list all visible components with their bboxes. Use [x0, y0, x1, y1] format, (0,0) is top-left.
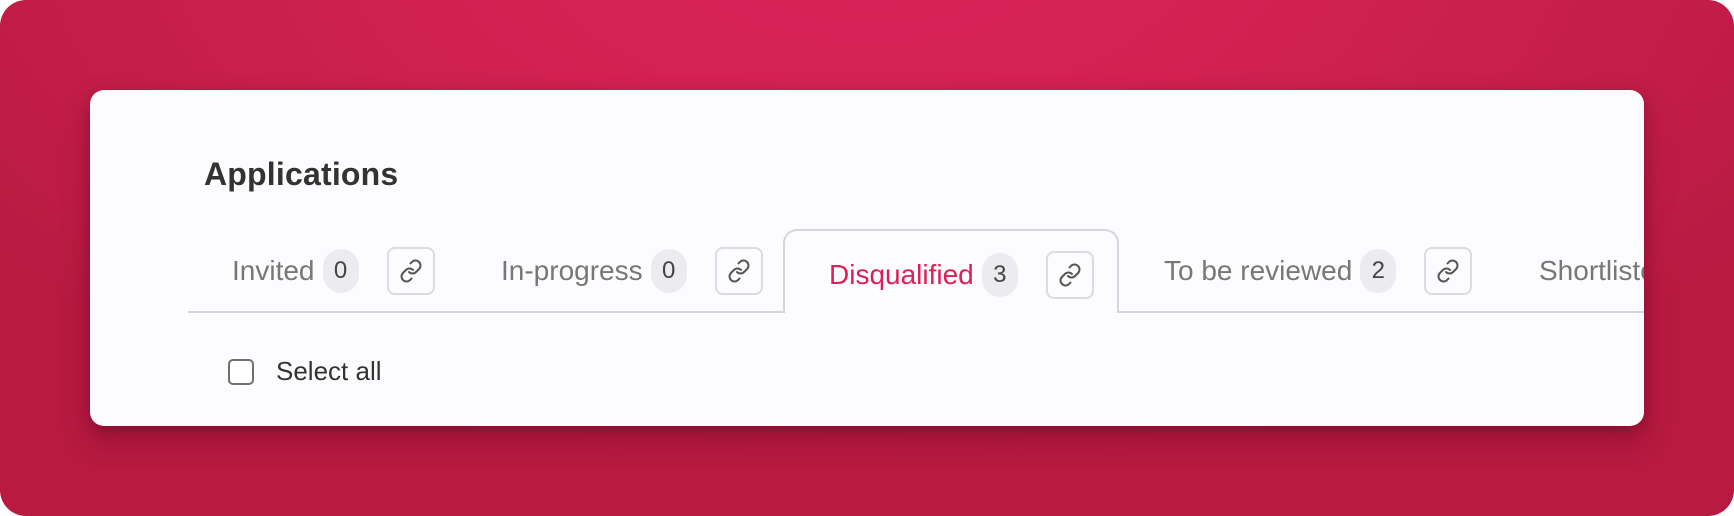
link-icon: [400, 259, 421, 283]
page-title: Applications: [204, 156, 399, 192]
tab-invited[interactable]: Invited 0: [232, 229, 435, 313]
copy-link-button[interactable]: [1045, 251, 1094, 299]
tab-label: Shortlisted: [1539, 255, 1644, 286]
select-all-checkbox[interactable]: [228, 358, 254, 385]
tab-label: To be reviewed: [1164, 255, 1353, 286]
tab-to-be-reviewed[interactable]: To be reviewed 2: [1164, 229, 1473, 313]
copy-link-button[interactable]: [1424, 247, 1473, 295]
tab-label: In-progress: [501, 255, 643, 286]
count-badge: 0: [650, 249, 687, 293]
applications-card: Applications Invited 0 In-progress 0 Dis…: [90, 90, 1644, 426]
tab-in-progress[interactable]: In-progress 0: [501, 229, 763, 313]
count-badge: 0: [322, 249, 359, 293]
copy-link-button[interactable]: [714, 247, 763, 295]
tab-label: Disqualified: [829, 259, 974, 290]
page-backdrop: Applications Invited 0 In-progress 0 Dis…: [0, 0, 1734, 516]
tab-shortlisted[interactable]: Shortlisted: [1539, 229, 1644, 313]
link-icon: [728, 259, 750, 283]
count-badge: 2: [1360, 249, 1397, 293]
count-badge: 3: [981, 253, 1018, 297]
link-icon: [1437, 259, 1459, 283]
select-all-label: Select all: [276, 356, 382, 386]
tab-label: Invited: [232, 255, 315, 286]
copy-link-button[interactable]: [386, 247, 435, 295]
link-icon: [1059, 263, 1081, 287]
select-all-control[interactable]: Select all: [228, 356, 382, 387]
tab-disqualified[interactable]: Disqualified 3: [783, 229, 1119, 313]
